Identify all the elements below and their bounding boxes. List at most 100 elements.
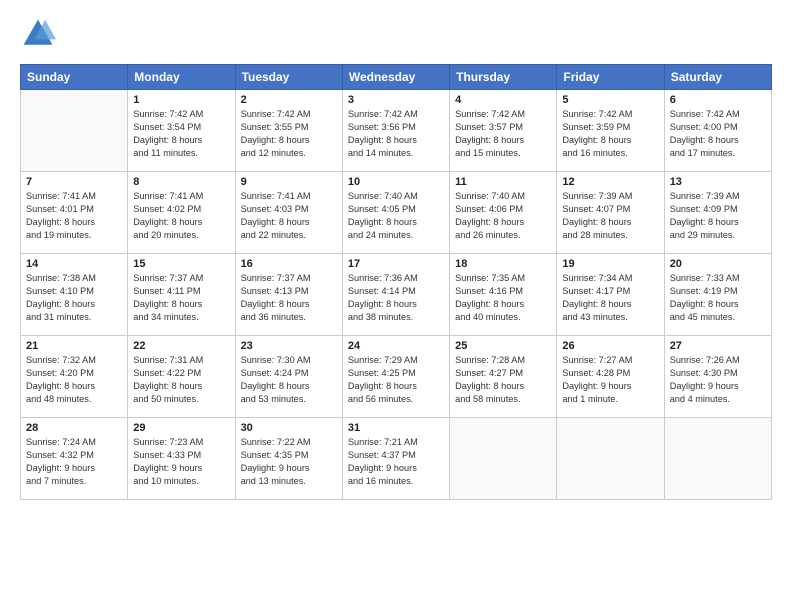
calendar-cell: 12 Sunrise: 7:39 AMSunset: 4:07 PMDayligh… [557, 172, 664, 254]
day-number: 15 [133, 258, 229, 270]
day-info: Sunrise: 7:26 AMSunset: 4:30 PMDaylight:… [670, 354, 766, 406]
day-number: 13 [670, 176, 766, 188]
day-number: 28 [26, 422, 122, 434]
page: SundayMondayTuesdayWednesdayThursdayFrid… [0, 0, 792, 612]
week-row-2: 7 Sunrise: 7:41 AMSunset: 4:01 PMDaylight… [21, 172, 772, 254]
day-info: Sunrise: 7:41 AMSunset: 4:03 PMDaylight:… [241, 190, 337, 242]
day-info: Sunrise: 7:41 AMSunset: 4:01 PMDaylight:… [26, 190, 122, 242]
calendar-cell: 13 Sunrise: 7:39 AMSunset: 4:09 PMDayligh… [664, 172, 771, 254]
calendar-cell: 30 Sunrise: 7:22 AMSunset: 4:35 PMDayligh… [235, 418, 342, 500]
weekday-header-wednesday: Wednesday [342, 65, 449, 90]
day-info: Sunrise: 7:33 AMSunset: 4:19 PMDaylight:… [670, 272, 766, 324]
calendar-header: SundayMondayTuesdayWednesdayThursdayFrid… [21, 65, 772, 90]
calendar-cell: 28 Sunrise: 7:24 AMSunset: 4:32 PMDayligh… [21, 418, 128, 500]
day-info: Sunrise: 7:29 AMSunset: 4:25 PMDaylight:… [348, 354, 444, 406]
logo [20, 16, 60, 52]
day-info: Sunrise: 7:35 AMSunset: 4:16 PMDaylight:… [455, 272, 551, 324]
week-row-5: 28 Sunrise: 7:24 AMSunset: 4:32 PMDayligh… [21, 418, 772, 500]
day-number: 21 [26, 340, 122, 352]
calendar-cell: 17 Sunrise: 7:36 AMSunset: 4:14 PMDayligh… [342, 254, 449, 336]
calendar-cell: 8 Sunrise: 7:41 AMSunset: 4:02 PMDaylight… [128, 172, 235, 254]
day-info: Sunrise: 7:37 AMSunset: 4:13 PMDaylight:… [241, 272, 337, 324]
calendar-cell: 25Sunrise: 7:28 AMSunset: 4:27 PMDayligh… [450, 336, 557, 418]
calendar-cell: 31 Sunrise: 7:21 AMSunset: 4:37 PMDayligh… [342, 418, 449, 500]
day-info: Sunrise: 7:40 AMSunset: 4:06 PMDaylight:… [455, 190, 551, 242]
calendar-cell: 18Sunrise: 7:35 AMSunset: 4:16 PMDayligh… [450, 254, 557, 336]
day-number: 7 [26, 176, 122, 188]
day-info: Sunrise: 7:40 AMSunset: 4:05 PMDaylight:… [348, 190, 444, 242]
weekday-header-saturday: Saturday [664, 65, 771, 90]
day-number: 24 [348, 340, 444, 352]
day-number: 23 [241, 340, 337, 352]
day-number: 1 [133, 94, 229, 106]
day-info: Sunrise: 7:31 AMSunset: 4:22 PMDaylight:… [133, 354, 229, 406]
day-number: 29 [133, 422, 229, 434]
day-number: 20 [670, 258, 766, 270]
calendar-body: 1 Sunrise: 7:42 AMSunset: 3:54 PMDaylight… [21, 90, 772, 500]
day-number: 26 [562, 340, 658, 352]
weekday-header-tuesday: Tuesday [235, 65, 342, 90]
calendar-cell: 26 Sunrise: 7:27 AMSunset: 4:28 PMDayligh… [557, 336, 664, 418]
day-number: 31 [348, 422, 444, 434]
calendar-cell: 10Sunrise: 7:40 AMSunset: 4:05 PMDayligh… [342, 172, 449, 254]
day-info: Sunrise: 7:41 AMSunset: 4:02 PMDaylight:… [133, 190, 229, 242]
calendar-cell: 15 Sunrise: 7:37 AMSunset: 4:11 PMDayligh… [128, 254, 235, 336]
day-number: 11 [455, 176, 551, 188]
week-row-1: 1 Sunrise: 7:42 AMSunset: 3:54 PMDaylight… [21, 90, 772, 172]
day-number: 4 [455, 94, 551, 106]
calendar-cell [450, 418, 557, 500]
calendar-cell: 19Sunrise: 7:34 AMSunset: 4:17 PMDayligh… [557, 254, 664, 336]
day-info: Sunrise: 7:38 AMSunset: 4:10 PMDaylight:… [26, 272, 122, 324]
calendar-cell: 14Sunrise: 7:38 AMSunset: 4:10 PMDayligh… [21, 254, 128, 336]
day-number: 22 [133, 340, 229, 352]
day-info: Sunrise: 7:42 AMSunset: 3:55 PMDaylight:… [241, 108, 337, 160]
calendar-cell [664, 418, 771, 500]
day-info: Sunrise: 7:39 AMSunset: 4:07 PMDaylight:… [562, 190, 658, 242]
day-number: 9 [241, 176, 337, 188]
day-info: Sunrise: 7:32 AMSunset: 4:20 PMDaylight:… [26, 354, 122, 406]
day-info: Sunrise: 7:36 AMSunset: 4:14 PMDaylight:… [348, 272, 444, 324]
calendar-cell: 7 Sunrise: 7:41 AMSunset: 4:01 PMDaylight… [21, 172, 128, 254]
day-info: Sunrise: 7:37 AMSunset: 4:11 PMDaylight:… [133, 272, 229, 324]
weekday-header-thursday: Thursday [450, 65, 557, 90]
day-number: 3 [348, 94, 444, 106]
day-info: Sunrise: 7:21 AMSunset: 4:37 PMDaylight:… [348, 436, 444, 488]
calendar-cell: 4 Sunrise: 7:42 AMSunset: 3:57 PMDaylight… [450, 90, 557, 172]
day-number: 2 [241, 94, 337, 106]
calendar-cell: 21 Sunrise: 7:32 AMSunset: 4:20 PMDayligh… [21, 336, 128, 418]
day-info: Sunrise: 7:42 AMSunset: 3:57 PMDaylight:… [455, 108, 551, 160]
day-number: 8 [133, 176, 229, 188]
weekday-header-friday: Friday [557, 65, 664, 90]
calendar-cell: 5 Sunrise: 7:42 AMSunset: 3:59 PMDaylight… [557, 90, 664, 172]
calendar-cell: 6 Sunrise: 7:42 AMSunset: 4:00 PMDaylight… [664, 90, 771, 172]
calendar-cell: 24 Sunrise: 7:29 AMSunset: 4:25 PMDayligh… [342, 336, 449, 418]
calendar-table: SundayMondayTuesdayWednesdayThursdayFrid… [20, 64, 772, 500]
day-number: 19 [562, 258, 658, 270]
day-info: Sunrise: 7:28 AMSunset: 4:27 PMDaylight:… [455, 354, 551, 406]
calendar-cell: 29Sunrise: 7:23 AMSunset: 4:33 PMDayligh… [128, 418, 235, 500]
day-info: Sunrise: 7:27 AMSunset: 4:28 PMDaylight:… [562, 354, 658, 406]
day-info: Sunrise: 7:22 AMSunset: 4:35 PMDaylight:… [241, 436, 337, 488]
week-row-3: 14Sunrise: 7:38 AMSunset: 4:10 PMDayligh… [21, 254, 772, 336]
day-info: Sunrise: 7:39 AMSunset: 4:09 PMDaylight:… [670, 190, 766, 242]
day-number: 5 [562, 94, 658, 106]
calendar-cell: 27Sunrise: 7:26 AMSunset: 4:30 PMDayligh… [664, 336, 771, 418]
day-info: Sunrise: 7:42 AMSunset: 4:00 PMDaylight:… [670, 108, 766, 160]
day-number: 12 [562, 176, 658, 188]
day-number: 30 [241, 422, 337, 434]
day-info: Sunrise: 7:42 AMSunset: 3:54 PMDaylight:… [133, 108, 229, 160]
day-info: Sunrise: 7:24 AMSunset: 4:32 PMDaylight:… [26, 436, 122, 488]
day-info: Sunrise: 7:42 AMSunset: 3:59 PMDaylight:… [562, 108, 658, 160]
weekday-header-sunday: Sunday [21, 65, 128, 90]
calendar-cell: 11 Sunrise: 7:40 AMSunset: 4:06 PMDayligh… [450, 172, 557, 254]
calendar-cell: 9 Sunrise: 7:41 AMSunset: 4:03 PMDaylight… [235, 172, 342, 254]
day-info: Sunrise: 7:42 AMSunset: 3:56 PMDaylight:… [348, 108, 444, 160]
day-number: 17 [348, 258, 444, 270]
header [20, 16, 772, 52]
day-number: 6 [670, 94, 766, 106]
day-info: Sunrise: 7:30 AMSunset: 4:24 PMDaylight:… [241, 354, 337, 406]
calendar-cell [21, 90, 128, 172]
weekday-header-monday: Monday [128, 65, 235, 90]
calendar-cell: 23 Sunrise: 7:30 AMSunset: 4:24 PMDayligh… [235, 336, 342, 418]
calendar-cell: 22 Sunrise: 7:31 AMSunset: 4:22 PMDayligh… [128, 336, 235, 418]
